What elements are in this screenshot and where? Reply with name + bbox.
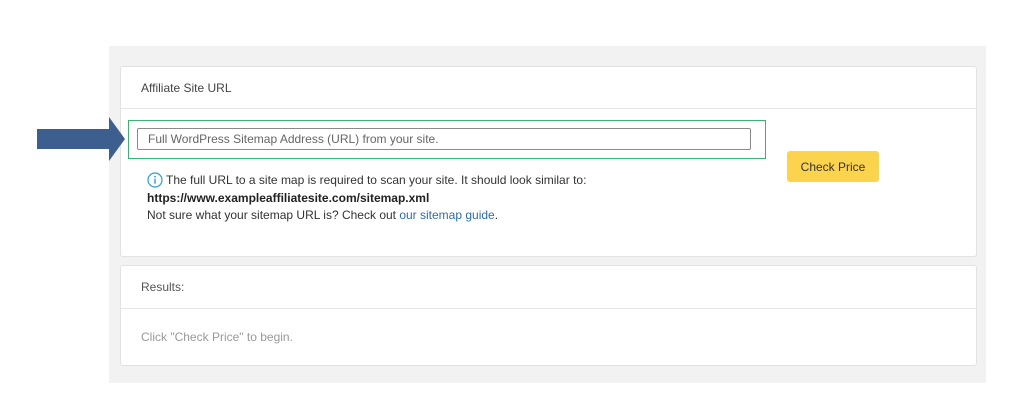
example-sitemap-url: https://www.exampleaffiliatesite.com/sit… <box>147 191 430 205</box>
results-message: Click "Check Price" to begin. <box>141 330 293 344</box>
guide-suffix-text: . <box>494 208 499 222</box>
sitemap-guide-link[interactable]: our sitemap guide <box>399 208 494 222</box>
results-card: Results: <box>120 265 977 366</box>
guide-line: Not sure what your sitemap URL is? Check… <box>147 208 498 222</box>
info-line: The full URL to a site map is required t… <box>147 172 586 188</box>
info-icon <box>147 172 163 188</box>
results-card-header: Results: <box>121 266 976 309</box>
right-arrow-icon <box>37 117 125 161</box>
check-price-button[interactable]: Check Price <box>787 151 879 182</box>
guide-prefix-text: Not sure what your sitemap URL is? Check… <box>147 208 400 222</box>
site-url-card-header: Affiliate Site URL <box>121 67 976 109</box>
sitemap-url-input[interactable] <box>137 128 751 150</box>
info-text: The full URL to a site map is required t… <box>166 173 587 187</box>
